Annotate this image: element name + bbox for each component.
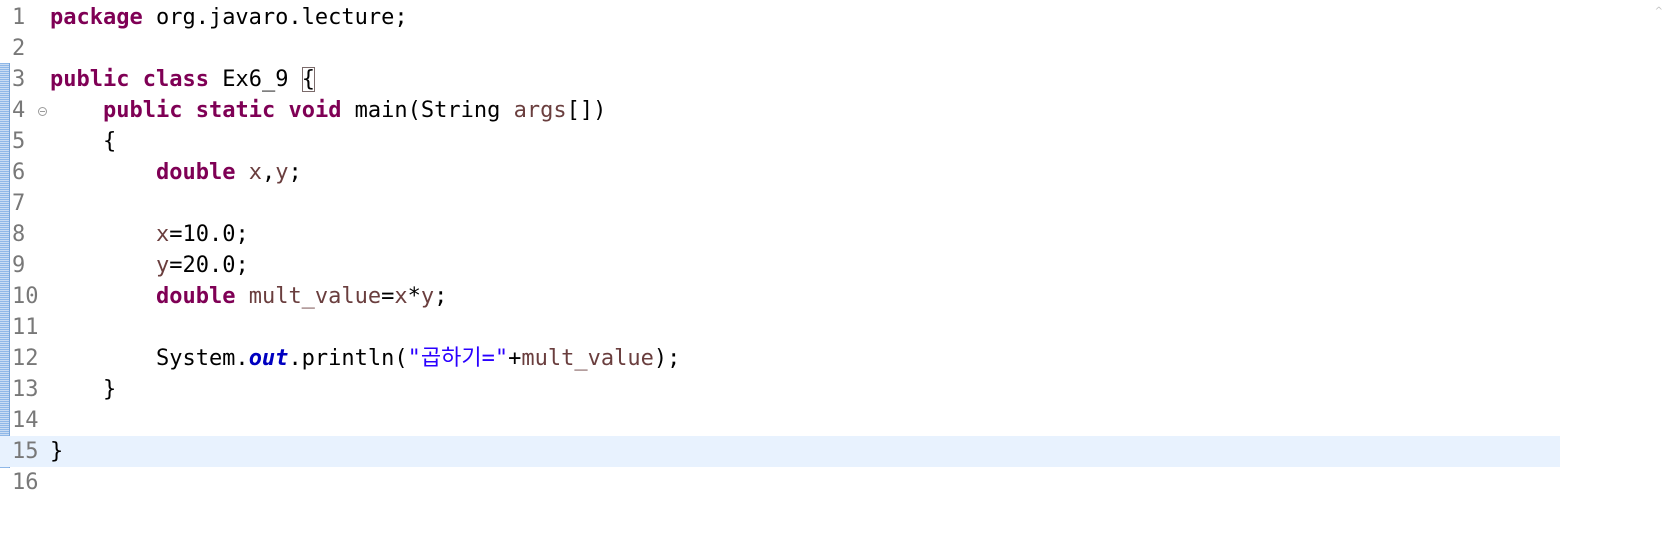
code-line[interactable]: 8 x=10.0; [0, 219, 1560, 250]
variable-token: x [394, 284, 408, 309]
line-number: 11 [12, 315, 39, 340]
code-line[interactable]: 13 } [0, 374, 1560, 405]
code-token: ; [288, 160, 302, 185]
variable-token: y [275, 160, 289, 185]
line-number: 13 [12, 377, 39, 402]
code-token: org.javaro.lecture; [142, 5, 408, 30]
code-token: ); [653, 346, 681, 371]
line-number: 1 [12, 5, 26, 30]
keyword-token: class [142, 67, 209, 92]
code-text[interactable]: public static void main(String args[]) [50, 95, 606, 126]
scroll-up-icon[interactable]: ^ [1655, 6, 1663, 17]
code-token: * [407, 284, 421, 309]
matching-brace: { [301, 67, 315, 92]
code-text[interactable]: package org.javaro.lecture; [50, 2, 408, 33]
code-line[interactable]: 12 System.out.println("곱하기="+mult_value)… [0, 343, 1560, 374]
line-number: 10 [12, 284, 39, 309]
keyword-token: package [50, 5, 143, 30]
line-number: 2 [12, 36, 26, 61]
code-text[interactable]: public class Ex6_9 { [50, 64, 315, 95]
static-field-token: out [248, 346, 289, 371]
fold-collapse-icon[interactable] [38, 107, 47, 116]
code-text[interactable]: } [50, 374, 116, 405]
keyword-token: void [288, 98, 342, 123]
code-text[interactable]: double mult_value=x*y; [50, 281, 447, 312]
code-line[interactable]: 4 public static void main(String args[]) [0, 95, 1560, 126]
line-number: 16 [12, 470, 39, 495]
code-line[interactable]: 11 [0, 312, 1560, 343]
code-line[interactable]: 16 [0, 467, 1560, 498]
code-token: , [261, 160, 276, 185]
code-line[interactable]: 7 [0, 188, 1560, 219]
code-line[interactable]: 14 [0, 405, 1560, 436]
line-number: 7 [12, 191, 26, 216]
variable-token: y [420, 284, 435, 309]
string-literal-token: "곱하기=" [407, 346, 509, 371]
code-text[interactable]: } [50, 436, 63, 467]
code-line[interactable]: 5 { [0, 126, 1560, 157]
code-line[interactable]: 3 public class Ex6_9 { [0, 64, 1560, 95]
code-token: + [508, 346, 522, 371]
code-line[interactable]: 10 double mult_value=x*y; [0, 281, 1560, 312]
code-text[interactable]: y=20.0; [50, 250, 249, 281]
code-token: = [381, 284, 395, 309]
variable-token: y [155, 253, 170, 278]
code-line[interactable]: 15} [0, 436, 1560, 467]
keyword-token: public [50, 67, 130, 92]
code-token: =20.0; [169, 253, 249, 278]
code-token: .println( [288, 346, 408, 371]
variable-token: x [248, 160, 262, 185]
code-line[interactable]: 6 double x,y; [0, 157, 1560, 188]
line-number: 5 [12, 129, 26, 154]
code-token: =10.0; [169, 222, 249, 247]
code-text[interactable]: x=10.0; [50, 219, 249, 250]
code-line[interactable]: 2 [0, 33, 1560, 64]
line-number: 14 [12, 408, 39, 433]
code-lines[interactable]: 1 package org.javaro.lecture; 2 3 public cla… [0, 2, 1560, 498]
code-text[interactable]: { [50, 126, 116, 157]
variable-token: mult_value [521, 346, 654, 371]
line-number: 9 [12, 253, 26, 278]
keyword-token: static [195, 98, 276, 123]
code-token: } [50, 377, 117, 402]
line-number: 8 [12, 222, 26, 247]
code-token: System. [50, 346, 249, 371]
variable-token: mult_value [248, 284, 382, 309]
code-token: main(String [341, 98, 514, 123]
code-token: ; [434, 284, 448, 309]
keyword-token: double [155, 284, 236, 309]
code-text[interactable]: double x,y; [50, 157, 302, 188]
line-number: 3 [12, 67, 26, 92]
code-token: []) [566, 98, 607, 123]
code-line[interactable]: 9 y=20.0; [0, 250, 1560, 281]
code-text[interactable]: System.out.println("곱하기="+mult_value); [50, 343, 680, 374]
line-number: 12 [12, 346, 39, 371]
keyword-token: double [155, 160, 236, 185]
line-number: 6 [12, 160, 26, 185]
variable-token: x [155, 222, 170, 247]
code-editor[interactable]: 1 package org.javaro.lecture; 2 3 public cla… [0, 0, 1663, 535]
code-token: } [50, 439, 64, 464]
variable-token: args [513, 98, 567, 123]
code-token: { [50, 129, 117, 154]
keyword-token: public [102, 98, 183, 123]
code-line[interactable]: 1 package org.javaro.lecture; [0, 2, 1560, 33]
code-token: Ex6_9 [208, 67, 302, 92]
line-number: 15 [12, 439, 39, 464]
